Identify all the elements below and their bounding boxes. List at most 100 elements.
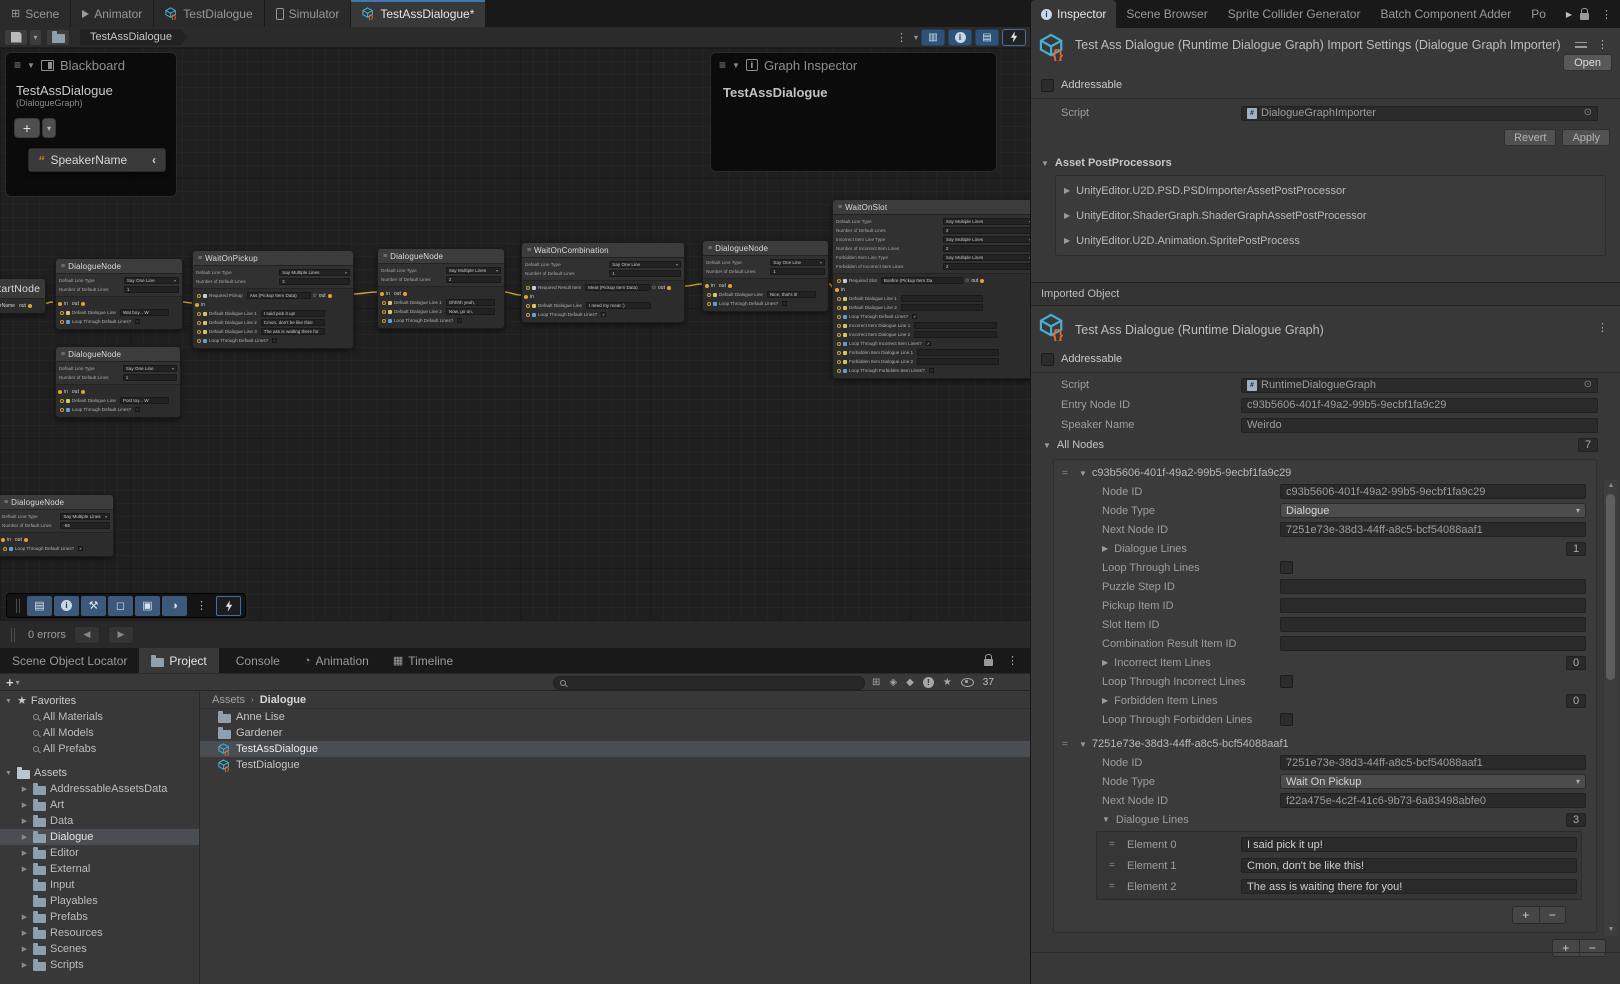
kebab-menu-icon[interactable]: ⋮ [1593,38,1612,51]
tree-item[interactable]: ▼ Assets [0,765,199,781]
node-number-field[interactable]: 3 [279,278,350,285]
add-node-button[interactable]: + [1553,940,1580,956]
combination-result-item-id-field[interactable] [1280,636,1586,651]
scroll-up-icon[interactable]: ▲ [1604,480,1618,492]
node-text-field[interactable] [914,331,996,338]
count-badge[interactable]: 0 [1566,694,1586,708]
foldout-arrow-icon[interactable]: ▶ [20,833,29,841]
collapse-arrow-icon[interactable]: ▼ [732,61,740,70]
count-badge[interactable]: 1 [1566,542,1586,556]
drag-handle-icon[interactable]: = [1109,881,1121,892]
node-dropdown[interactable]: Say One Line [609,261,681,268]
tools-button[interactable]: ⚒ [81,596,106,616]
console-toggle-button[interactable]: ▤ [27,596,52,616]
window-button[interactable]: ◻ [108,596,133,616]
search-by-label-icon[interactable]: ◆ [906,677,914,688]
hamburger-icon[interactable]: ≡ [719,58,726,72]
node-checkbox[interactable] [782,301,787,306]
presets-icon[interactable] [1575,40,1587,50]
slot-item-id-field[interactable] [1280,617,1586,632]
foldout-arrow-icon[interactable]: ▼ [4,698,13,705]
kebab-menu-icon[interactable]: ⋮ [1003,654,1022,667]
drag-handle[interactable] [11,628,15,642]
open-button[interactable]: Open [1563,54,1612,71]
tree-item[interactable]: ▶ Scenes [0,941,199,957]
tree-item[interactable]: ▶ Resources [0,925,199,941]
toolbar-dropdown-icon[interactable]: ▾ [914,33,918,42]
tab-scroll-right-icon[interactable]: ▶ [1566,10,1572,19]
node-checkbox[interactable] [457,318,462,323]
node-type-dropdown[interactable]: Wait On Pickup▾ [1280,774,1586,789]
node-number-field[interactable]: 2 [943,245,1030,252]
toolbar-kebab-icon[interactable]: ⋮ [892,31,911,44]
node-checkbox[interactable]: ✓ [926,341,931,346]
node-text-field[interactable]: I said pick it up! [261,310,325,317]
breadcrumb[interactable]: TestAssDialogue [80,29,188,46]
node-checkbox[interactable] [135,407,140,412]
next-error-button[interactable]: ▶ [108,626,134,644]
node-foldout[interactable]: = ▼ 7251e73e-38d3-44ff-a8c5-bcf54088aaf1 [1062,735,1588,753]
node-id-field[interactable]: c93b5606-401f-49a2-99b5-9ecbf1fa9c29 [1280,484,1586,499]
node-dropdown[interactable]: Say Multiple Lines [943,254,1030,261]
create-asset-dropdown[interactable]: ▾ [16,678,20,687]
info-toggle-button[interactable]: i [54,596,79,616]
save-dropdown[interactable]: ▾ [29,29,42,46]
node-text-field[interactable]: I need my meat :) [586,302,651,309]
puzzle-step-id-field[interactable] [1280,579,1586,594]
node-foldout[interactable]: = ▼ c93b5606-401f-49a2-99b5-9ecbf1fa9c29 [1062,464,1588,482]
node-text-field[interactable]: Post toy... W [120,397,169,404]
entry-node-id-field[interactable]: c93b5606-401f-49a2-99b5-9ecbf1fa9c29 [1241,398,1598,413]
collapse-arrow-icon[interactable]: ▼ [27,61,35,70]
script-object-field[interactable]: # RuntimeDialogueGraph ⊙ [1241,378,1598,393]
blackboard-toggle-button[interactable]: ▤ [975,29,999,46]
node-checkbox[interactable] [929,368,934,373]
tree-item[interactable]: ▶ External [0,861,199,877]
node-checkbox[interactable]: ✓ [78,546,83,551]
show-in-project-button[interactable] [46,29,70,46]
tab-batch-component-adder[interactable]: Batch Component Adder [1370,0,1521,28]
kebab-menu-icon[interactable]: ⋮ [1593,321,1612,334]
loop-through-forbidden-checkbox[interactable] [1280,713,1293,726]
graph-canvas[interactable]: ≡StartNodeSpeakerNameout≡DialogueNodeDef… [0,48,1030,620]
search-by-type-icon[interactable]: ◈ [889,677,897,688]
node-text-field[interactable] [914,322,996,329]
node-text-field[interactable] [917,349,999,356]
drag-handle-icon[interactable]: = [1062,468,1074,479]
add-property-dropdown[interactable]: ▾ [42,118,56,138]
tab-animation[interactable]: ◔Animation [292,648,381,673]
scrollbar-thumb[interactable] [1606,494,1615,680]
tree-item[interactable]: ▶ Data [0,813,199,829]
search-input[interactable] [553,676,865,690]
drag-handle-icon[interactable]: = [1062,739,1074,750]
graph-inspector-panel[interactable]: ≡ ▼ i Graph Inspector TestAssDialogue [710,52,997,172]
postprocessor-row[interactable]: ▶ UnityEditor.ShaderGraph.ShaderGraphAss… [1056,203,1605,228]
node-dropdown[interactable]: Say Multiple Lines [60,513,110,520]
tab-timeline[interactable]: ▦Timeline [381,648,465,673]
node-number-field[interactable]: 1 [770,268,825,275]
previous-error-button[interactable]: ◀ [74,626,100,644]
node-text-field[interactable]: Cmon, don't be like this! [261,319,325,326]
tree-item[interactable]: ▶ Art [0,797,199,813]
node-dropdown[interactable]: Say One Line [770,259,825,266]
lock-icon[interactable] [1580,13,1589,20]
foldout-arrow-icon[interactable]: ▶ [20,961,29,969]
graph-node-waitoncombination[interactable]: ≡WaitOnCombinationDefault Line TypeSay O… [521,242,685,323]
visibility-eye-icon[interactable] [961,678,974,687]
tree-item[interactable]: ▶ Dialogue [0,829,199,845]
postprocessor-row[interactable]: ▶ UnityEditor.U2D.Animation.SpritePostPr… [1056,228,1605,253]
add-element-button[interactable]: + [1513,907,1540,923]
postprocessor-row[interactable]: ▶ UnityEditor.U2D.PSD.PSDImporterAssetPo… [1056,178,1605,203]
foldout-arrow-icon[interactable]: ▶ [20,785,29,793]
tab-project[interactable]: Project [139,648,218,673]
contrast-button[interactable]: ◑ [162,596,187,616]
graph-node-dialoguenode[interactable]: ≡DialogueNodeDefault Line TypeSay One Li… [55,258,183,330]
node-number-field[interactable]: 2 [446,276,501,283]
node-dropdown[interactable]: Say Multiple Lines [279,269,350,276]
tree-item[interactable]: ▶ AddressableAssetsData [0,781,199,797]
foldout-arrow-icon[interactable]: ▶ [20,801,29,809]
favorites-star-icon[interactable]: ★ [943,677,952,688]
forbidden-item-lines-row[interactable]: ▶Forbidden Item Lines0 [1062,691,1588,710]
tab-scene-object-locator[interactable]: Scene Object Locator [0,648,139,673]
file-row[interactable]: {} TestDialogue [200,757,1030,773]
node-number-field[interactable]: 1 [609,270,681,277]
